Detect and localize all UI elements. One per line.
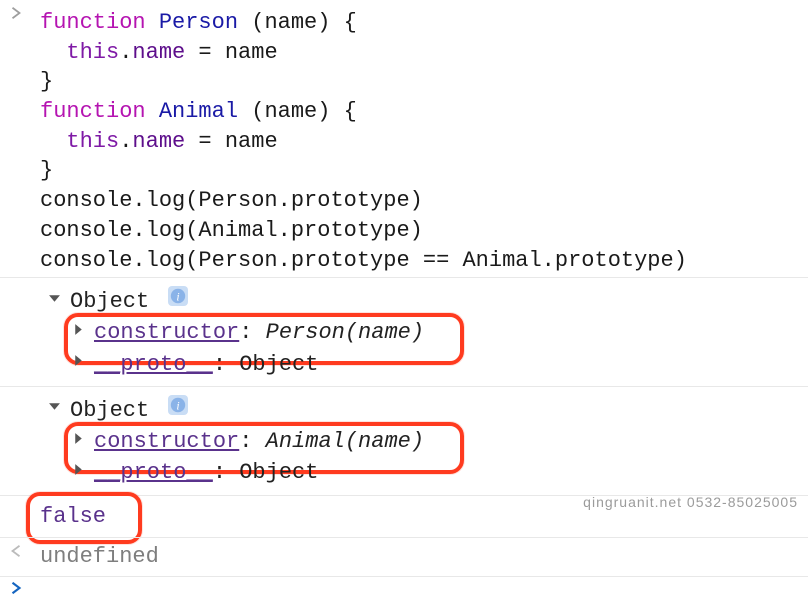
watermark-text: qingruanit.net 0532-85025005 [583, 494, 798, 510]
disclosure-down-icon[interactable] [46, 290, 62, 306]
prop-value: Animal(name) [266, 429, 424, 454]
object-property-constructor[interactable]: constructor: Animal(name) [70, 426, 808, 457]
info-icon[interactable]: i [168, 286, 188, 306]
console-output-object-2: Object i constructor: Animal(name) __pro… [0, 386, 808, 495]
code-block: function Person (name) { this.name = nam… [40, 2, 808, 275]
object-expand-animal[interactable]: Object i [46, 395, 808, 426]
output-gutter [0, 278, 32, 386]
prop-value: Person(name) [266, 320, 424, 345]
disclosure-right-icon[interactable] [70, 321, 86, 337]
prompt-chevron-icon [0, 577, 32, 611]
console-output-object-1: Object i constructor: Person(name) __pro… [0, 277, 808, 386]
prop-key: __proto__ [94, 352, 213, 377]
object-label: Object [70, 289, 149, 314]
svg-text:i: i [177, 291, 180, 304]
disclosure-right-icon[interactable] [70, 430, 86, 446]
return-icon [0, 538, 32, 576]
svg-text:i: i [177, 399, 180, 412]
console-input-row: function Person (name) { this.name = nam… [0, 0, 808, 277]
prop-value: Object [239, 460, 318, 485]
object-property-proto[interactable]: __proto__: Object [70, 457, 808, 488]
input-chevron-icon [0, 0, 32, 277]
prop-key: constructor [94, 429, 239, 454]
object-expand-person[interactable]: Object i [46, 286, 808, 317]
prop-key: constructor [94, 320, 239, 345]
prop-key: __proto__ [94, 460, 213, 485]
output-gutter [0, 496, 32, 538]
disclosure-right-icon[interactable] [70, 461, 86, 477]
object-property-proto[interactable]: __proto__: Object [70, 349, 808, 380]
info-icon[interactable]: i [168, 395, 188, 415]
console-prompt-row[interactable] [0, 576, 808, 611]
prop-value: Object [239, 352, 318, 377]
return-value: undefined [40, 544, 159, 569]
boolean-value: false [40, 504, 106, 529]
disclosure-right-icon[interactable] [70, 353, 86, 369]
output-gutter [0, 387, 32, 495]
disclosure-down-icon[interactable] [46, 399, 62, 415]
object-property-constructor[interactable]: constructor: Person(name) [70, 317, 808, 348]
object-label: Object [70, 398, 149, 423]
console-return-row: undefined [0, 537, 808, 576]
